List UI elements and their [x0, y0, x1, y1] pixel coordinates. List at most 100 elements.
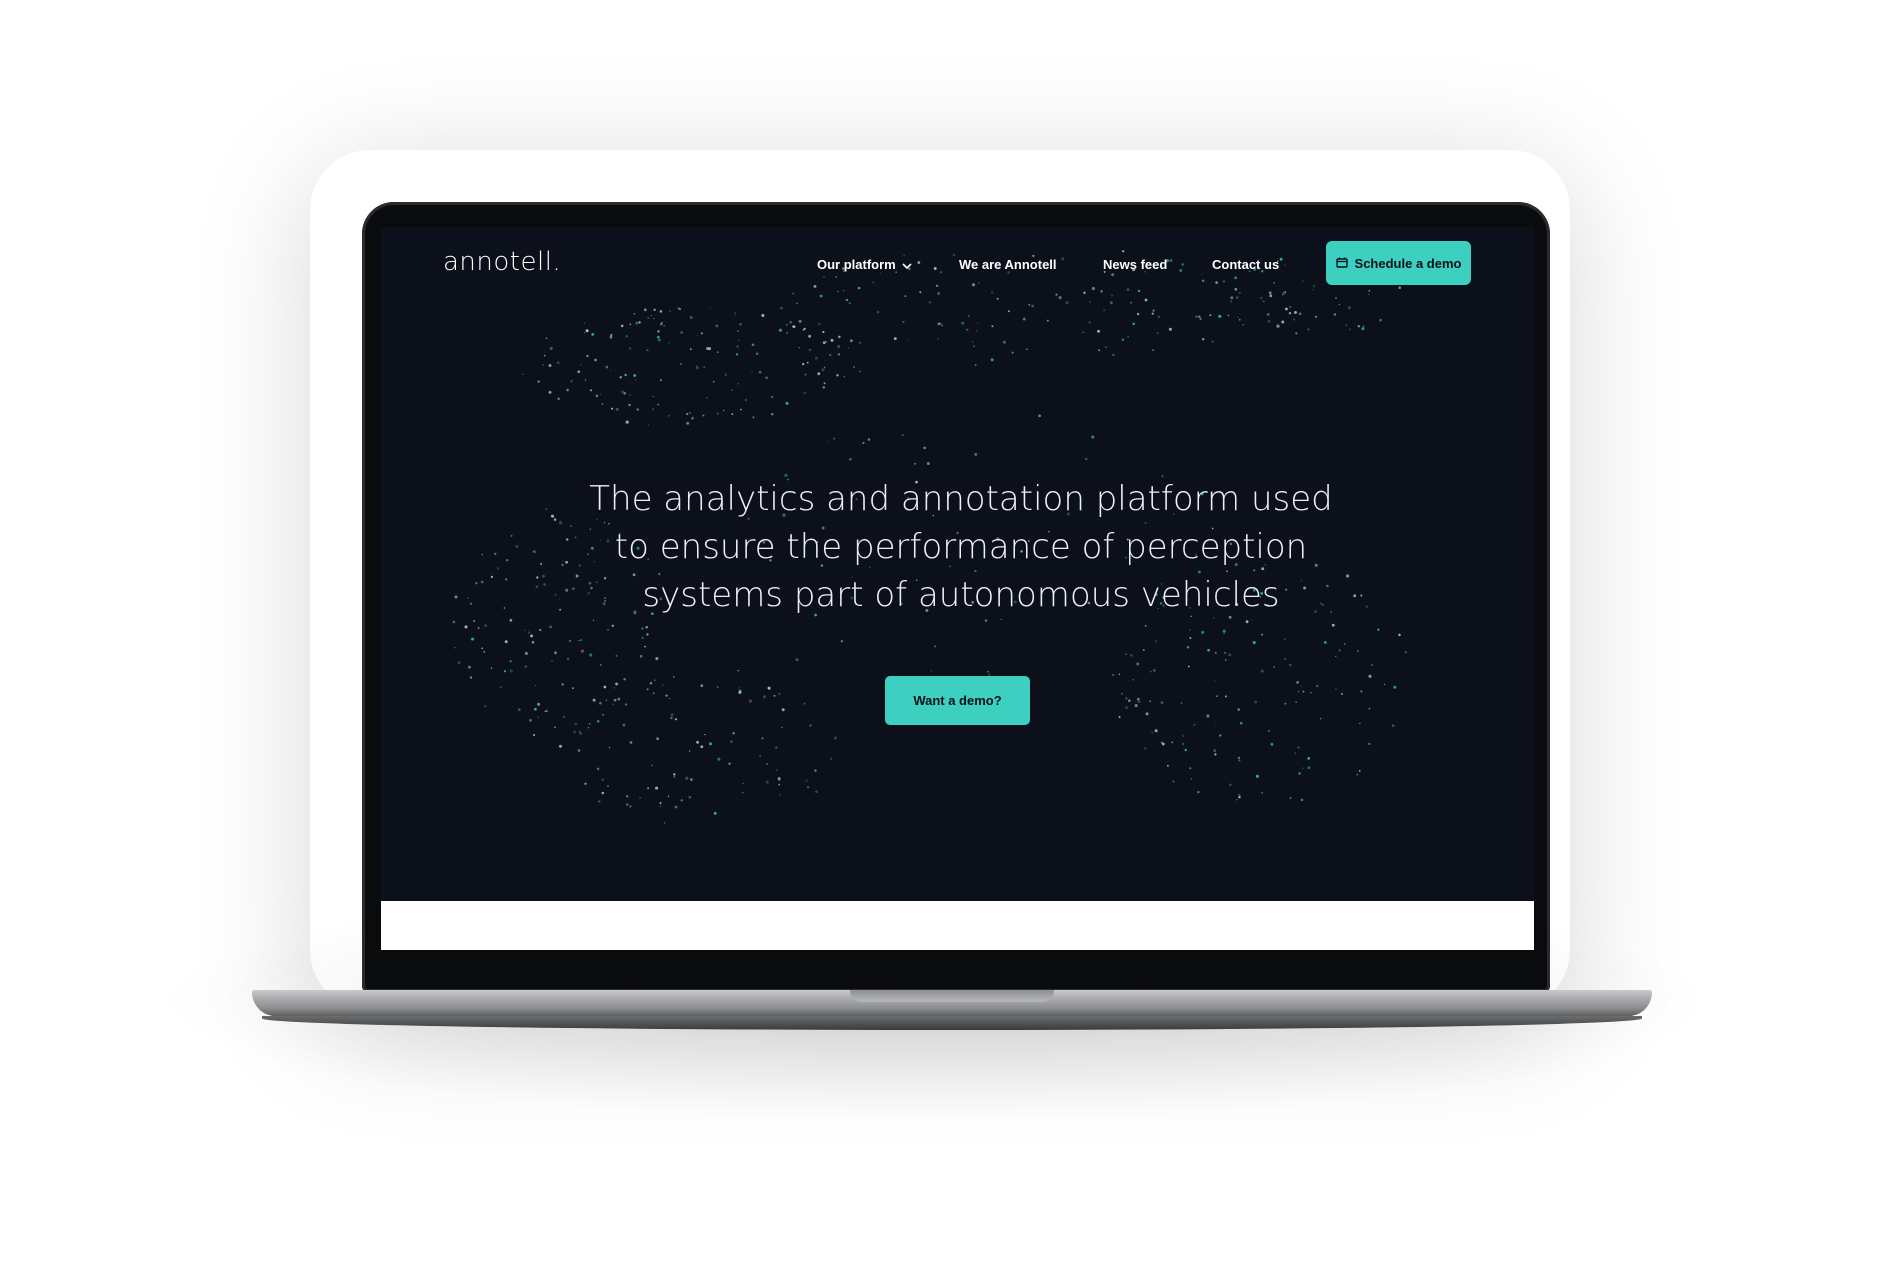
particle-dot: [612, 703, 614, 705]
particle-dot: [1110, 301, 1113, 305]
nav-item-we-are-annotell[interactable]: We are Annotell: [959, 257, 1057, 272]
particle-dot: [670, 716, 673, 720]
particle-dot: [607, 785, 609, 787]
particle-dot: [901, 434, 904, 437]
particle-dot: [704, 733, 706, 736]
nav-item-news-feed[interactable]: News feed: [1103, 257, 1167, 272]
particle-dot: [639, 654, 643, 658]
particle-dot: [680, 363, 682, 365]
particle-dot: [667, 414, 671, 417]
particle-dot: [628, 403, 631, 407]
particle-dot: [923, 446, 926, 450]
particle-dot: [598, 800, 601, 803]
particle-dot: [1011, 351, 1014, 354]
particle-dot: [596, 719, 600, 723]
particle-dot: [792, 292, 794, 295]
particle-dot: [1292, 318, 1296, 321]
particle-dot: [524, 629, 526, 632]
particle-dot: [1284, 291, 1287, 293]
particle-dot: [601, 791, 605, 795]
laptop-screen: annotell. Our platform We are Annotell N…: [381, 227, 1534, 950]
particle-dot: [611, 407, 614, 410]
particle-dot: [1288, 663, 1292, 667]
particle-dot: [1229, 783, 1232, 786]
particle-dot: [771, 395, 774, 399]
particle-dot: [670, 713, 674, 717]
particle-dot: [842, 289, 845, 292]
particle-dot: [1284, 638, 1286, 641]
particle-dot: [837, 345, 841, 349]
particle-dot: [1238, 318, 1241, 321]
particle-dot: [822, 331, 825, 334]
particle-dot: [457, 661, 461, 665]
particle-dot: [575, 574, 579, 578]
particle-dot: [1331, 623, 1335, 627]
particle-dot: [702, 414, 705, 417]
particle-dot: [1242, 323, 1245, 326]
particle-dot: [1206, 714, 1210, 718]
particle-dot: [722, 409, 725, 412]
particle-dot: [765, 780, 769, 784]
particle-dot: [622, 723, 626, 727]
particle-dot: [653, 317, 655, 320]
particle-dot: [1310, 692, 1312, 694]
particle-dot: [1251, 619, 1253, 622]
particle-dot: [971, 341, 974, 343]
particle-dot: [1298, 772, 1301, 775]
particle-dot: [545, 508, 548, 510]
particle-dot: [1234, 287, 1238, 291]
particle-dot: [974, 364, 977, 366]
particle-dot: [580, 649, 584, 653]
want-demo-button[interactable]: Want a demo?: [885, 676, 1030, 725]
particle-dot: [1125, 697, 1128, 700]
particle-dot: [781, 708, 785, 712]
particle-dot: [599, 393, 602, 396]
particle-dot: [484, 624, 487, 627]
particle-dot: [1038, 414, 1041, 418]
particle-dot: [712, 380, 715, 383]
particle-dot: [674, 805, 678, 809]
particle-dot: [771, 412, 774, 416]
particle-dot: [1368, 674, 1372, 678]
particle-dot: [680, 331, 684, 334]
particle-dot: [1307, 766, 1311, 770]
particle-dot: [625, 335, 628, 338]
particle-dot: [577, 370, 581, 374]
particle-dot: [509, 660, 512, 663]
particle-dot: [822, 386, 826, 389]
particle-dot: [1136, 312, 1140, 316]
particle-dot: [1182, 743, 1185, 745]
particle-dot: [660, 379, 662, 382]
particle-dot: [1031, 304, 1034, 308]
particle-dot: [1142, 649, 1145, 651]
nav-item-our-platform[interactable]: Our platform: [817, 257, 912, 273]
particle-dot: [490, 575, 494, 579]
particle-dot: [641, 636, 644, 640]
schedule-demo-button[interactable]: Schedule a demo: [1326, 241, 1471, 285]
particle-dot: [902, 320, 905, 324]
particle-dot: [1297, 746, 1300, 749]
particle-dot: [475, 582, 478, 585]
particle-dot: [853, 366, 855, 368]
particle-dot: [481, 553, 484, 556]
particle-dot: [568, 639, 572, 643]
particle-dot: [617, 697, 621, 701]
particle-dot: [717, 757, 721, 761]
particle-dot: [655, 657, 659, 661]
particle-dot: [798, 346, 800, 349]
particle-dot: [965, 328, 969, 332]
particle-dot: [734, 312, 736, 314]
particle-dot: [1361, 327, 1365, 331]
particle-dot: [919, 291, 922, 294]
particle-dot: [1152, 309, 1155, 312]
particle-dot: [1267, 729, 1270, 733]
particle-dot: [545, 337, 548, 340]
particle-dot: [1055, 293, 1058, 296]
particle-dot: [930, 669, 933, 672]
particle-dot: [515, 545, 519, 548]
nav-item-contact-us[interactable]: Contact us: [1212, 257, 1279, 272]
particle-dot: [795, 658, 799, 662]
particle-dot: [1284, 702, 1287, 705]
particle-dot: [1383, 683, 1386, 686]
particle-dot: [669, 310, 671, 312]
